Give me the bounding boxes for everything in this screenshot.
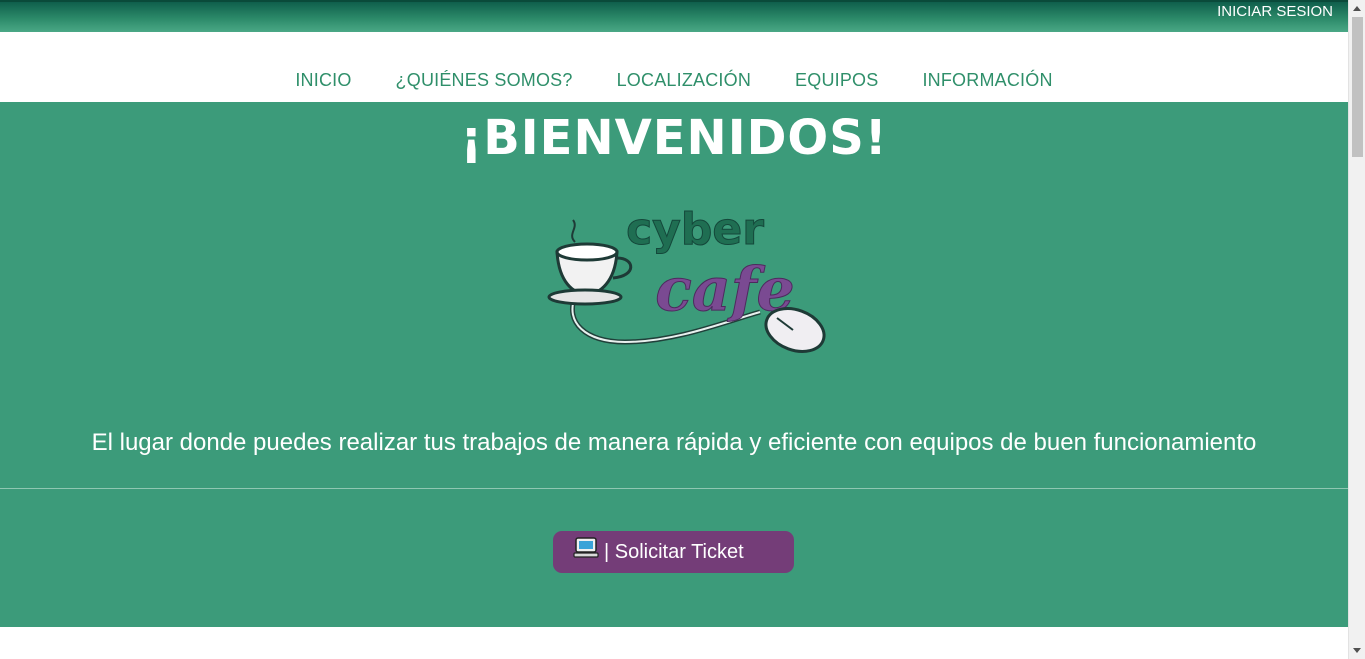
top-bar: INICIAR SESION — [0, 0, 1348, 32]
request-ticket-label: | Solicitar Ticket — [604, 540, 744, 563]
vertical-scrollbar[interactable] — [1348, 0, 1365, 659]
login-link[interactable]: INICIAR SESION — [1217, 3, 1333, 20]
page-title: ¡BIENVENIDOS! — [460, 110, 888, 166]
nav-item-equipos[interactable]: EQUIPOS — [773, 70, 900, 91]
hero-section: ¡BIENVENIDOS! cyber cafe El lugar donde … — [0, 102, 1348, 627]
tagline: El lugar donde puedes realizar tus traba… — [91, 429, 1257, 456]
cyber-cafe-logo: cyber cafe — [547, 204, 826, 353]
nav-item-localizacion[interactable]: LOCALIZACIÓN — [595, 70, 773, 91]
computer-icon — [573, 537, 599, 558]
scroll-thumb[interactable] — [1352, 17, 1363, 157]
nav-item-inicio[interactable]: INICIO — [273, 70, 373, 91]
nav-item-informacion[interactable]: INFORMACIÓN — [900, 70, 1074, 91]
main-nav: INICIO ¿QUIÉNES SOMOS? LOCALIZACIÓN EQUI… — [0, 32, 1348, 102]
scroll-up-icon[interactable] — [1353, 6, 1361, 11]
nav-list: INICIO ¿QUIÉNES SOMOS? LOCALIZACIÓN EQUI… — [0, 70, 1348, 91]
section-divider — [0, 488, 1348, 489]
svg-text:cyber: cyber — [626, 204, 764, 255]
request-ticket-button[interactable]: | Solicitar Ticket — [553, 531, 794, 573]
scroll-down-icon[interactable] — [1353, 648, 1361, 653]
nav-item-quienes-somos[interactable]: ¿QUIÉNES SOMOS? — [374, 70, 595, 91]
